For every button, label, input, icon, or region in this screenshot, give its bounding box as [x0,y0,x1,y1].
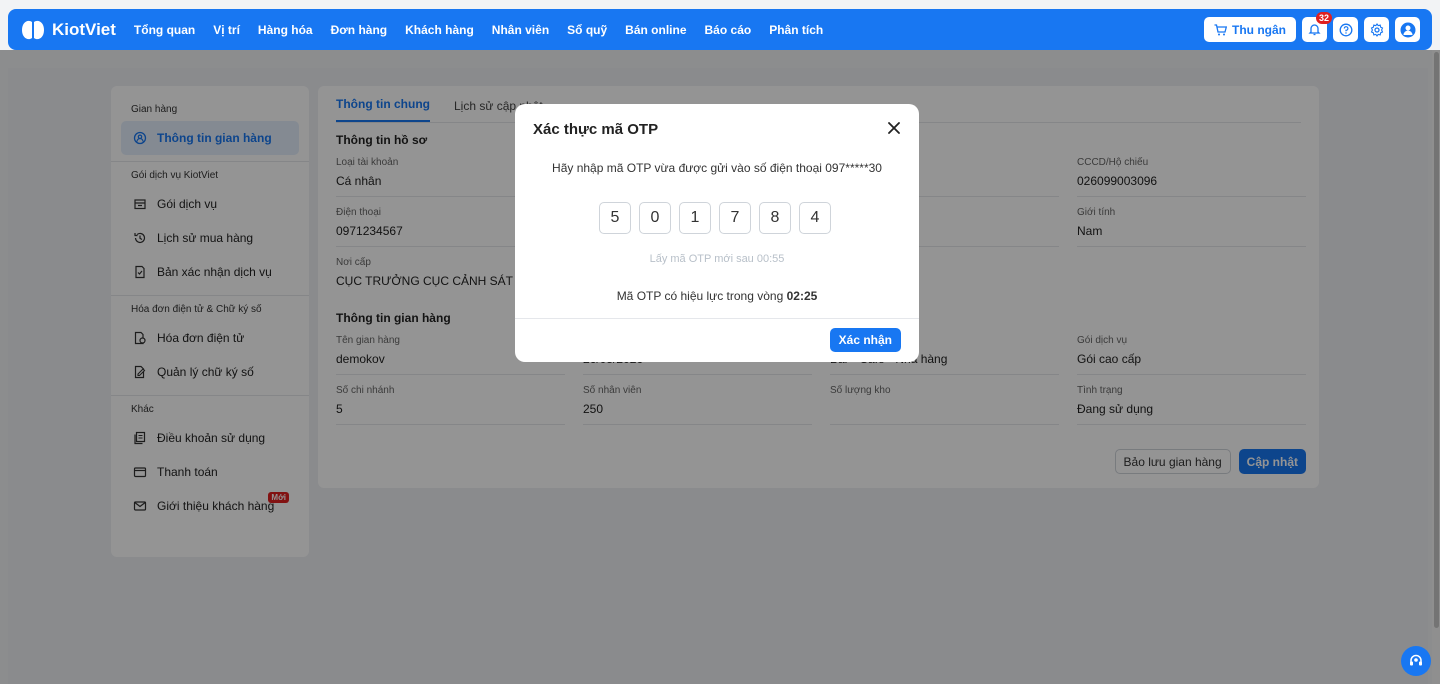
otp-digit-input[interactable]: 0 [639,202,671,234]
otp-input-group: 501784 [599,202,831,234]
nav-item[interactable]: Sổ quỹ [567,23,607,37]
cashier-label: Thu ngân [1232,22,1286,37]
gear-icon [1370,22,1383,37]
nav-item[interactable]: Bán online [625,23,686,37]
nav-item[interactable]: Đơn hàng [331,23,388,37]
validity-time: 02:25 [786,289,818,303]
help-button[interactable] [1333,17,1358,42]
otp-digit-input[interactable]: 1 [679,202,711,234]
nav-item[interactable]: Khách hàng [405,23,474,37]
bell-icon [1308,24,1321,36]
top-navbar: KiotViet Tổng quan Vị trí Hàng hóa Đơn hàng… [8,9,1432,50]
resend-otp-countdown: Lấy mã OTP mới sau 00:55 [649,253,785,265]
otp-validity-text: Mã OTP có hiệu lực trong vòng 02:25 [515,289,919,303]
nav-item[interactable]: Phân tích [769,23,823,37]
nav-item[interactable]: Nhân viên [492,23,549,37]
logo[interactable]: KiotViet [20,18,116,42]
otp-digit-input[interactable]: 4 [799,202,831,234]
notification-button[interactable]: 32 [1302,12,1332,42]
main-nav: Tổng quan Vị trí Hàng hóa Đơn hàng Khách hàn… [134,23,823,37]
otp-digit-input[interactable]: 8 [759,202,791,234]
nav-item[interactable]: Vị trí [213,23,240,37]
otp-modal: Xác thực mã OTP Hãy nhập mã OTP vừa được… [515,104,919,362]
settings-button[interactable] [1364,17,1389,42]
headset-icon [1410,654,1422,666]
help-icon [1339,23,1352,36]
otp-digit-input[interactable]: 5 [599,202,631,234]
avatar-button[interactable] [1395,17,1420,42]
nav-item[interactable]: Tổng quan [134,23,195,37]
modal-title: Xác thực mã OTP [533,121,659,138]
close-icon[interactable] [887,121,901,135]
confirm-button[interactable]: Xác nhận [829,328,901,352]
nav-item[interactable]: Hàng hóa [258,23,313,37]
cashier-button[interactable]: Thu ngân [1204,17,1296,42]
nav-item[interactable]: Báo cáo [705,23,752,37]
otp-digit-input[interactable]: 7 [719,202,751,234]
kiotviet-logo-icon [20,18,46,42]
brand-name: KiotViet [52,19,116,39]
cart-icon [1214,23,1227,35]
user-avatar-icon [1400,22,1415,37]
validity-prefix: Mã OTP có hiệu lực trong vòng [616,289,784,303]
support-chat-button[interactable] [1401,646,1431,676]
notification-count-badge: 32 [1315,12,1332,24]
otp-description: Hãy nhập mã OTP vừa được gửi vào số điện… [552,161,882,175]
modal-divider [515,318,919,319]
